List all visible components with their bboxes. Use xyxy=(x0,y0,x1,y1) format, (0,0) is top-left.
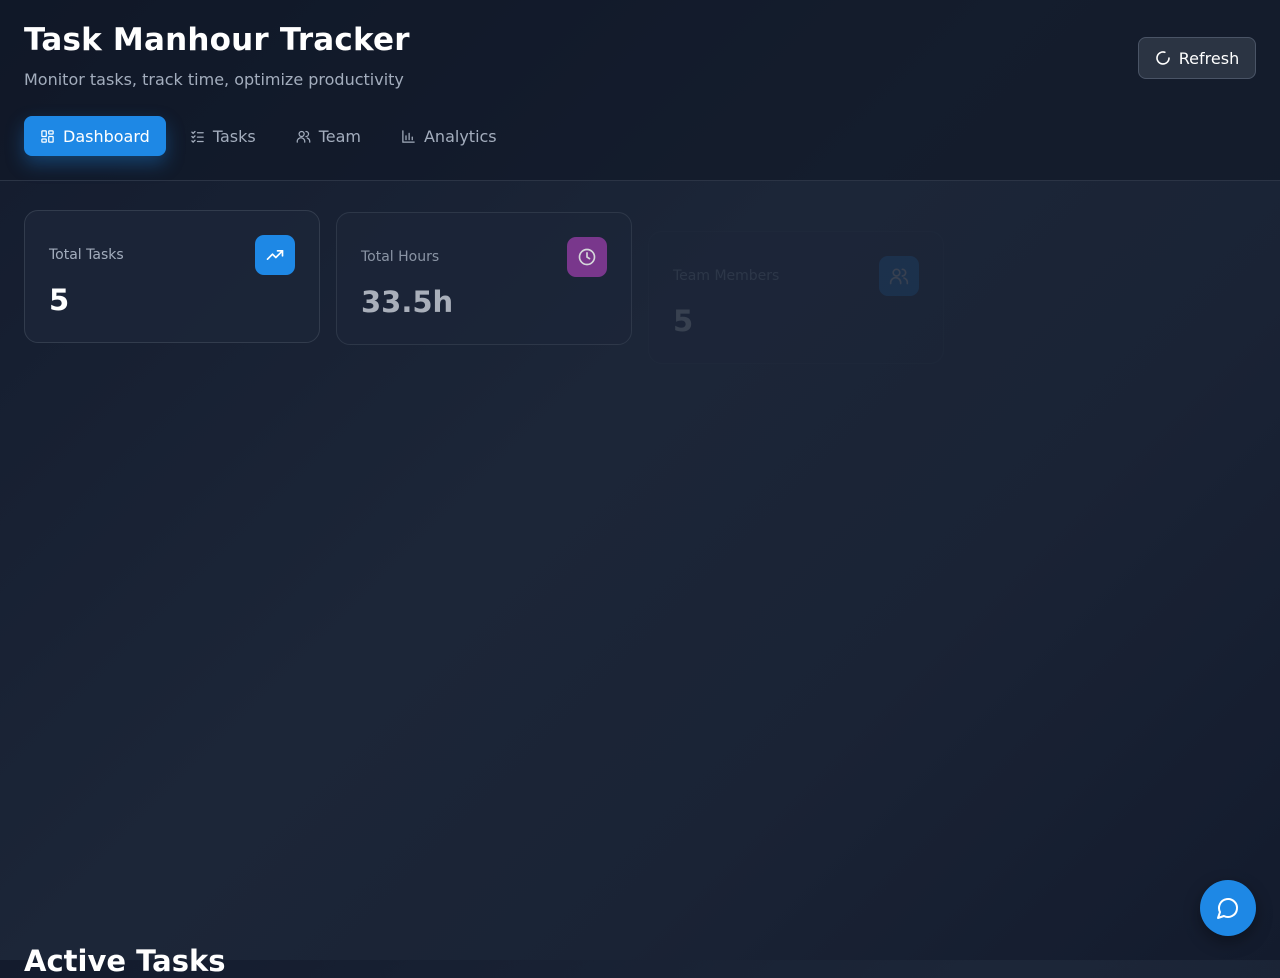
clock-icon xyxy=(567,237,607,277)
tab-analytics[interactable]: Analytics xyxy=(385,116,513,156)
tab-analytics-label: Analytics xyxy=(423,126,497,146)
tab-team[interactable]: Team xyxy=(280,116,377,156)
chat-button[interactable] xyxy=(1200,880,1256,936)
stat-label: Total Tasks xyxy=(49,247,124,263)
chat-bubble-icon xyxy=(1216,896,1240,920)
stat-value: 5 xyxy=(673,304,694,338)
stat-label: Team Members xyxy=(673,268,780,284)
app-header: Task Manhour Tracker Monitor tasks, trac… xyxy=(0,0,1280,181)
app-subtitle: Monitor tasks, track time, optimize prod… xyxy=(24,70,404,89)
refresh-icon xyxy=(1155,50,1171,66)
list-check-icon xyxy=(190,129,205,144)
tab-dashboard[interactable]: Dashboard xyxy=(24,116,166,156)
stat-card-total-hours: Total Hours 33.5h xyxy=(336,212,632,345)
bar-chart-icon xyxy=(401,129,416,144)
active-tasks-title: Active Tasks xyxy=(24,944,226,978)
trending-up-icon xyxy=(255,235,295,275)
users-icon xyxy=(296,129,311,144)
users-icon xyxy=(879,256,919,296)
stat-label: Total Hours xyxy=(361,249,440,265)
stat-value: 33.5h xyxy=(361,285,454,319)
refresh-button[interactable]: Refresh xyxy=(1138,37,1256,79)
stat-card-team-members: Team Members 5 xyxy=(648,231,944,364)
stat-value: 5 xyxy=(49,283,70,317)
app-title: Task Manhour Tracker xyxy=(24,22,410,58)
tab-team-label: Team xyxy=(318,126,361,146)
tab-tasks[interactable]: Tasks xyxy=(174,116,272,156)
refresh-label: Refresh xyxy=(1178,48,1240,68)
main-nav: Dashboard Tasks Team Analytics xyxy=(24,116,513,156)
tab-dashboard-label: Dashboard xyxy=(63,126,150,146)
stat-card-total-tasks: Total Tasks 5 xyxy=(24,210,320,343)
tab-tasks-label: Tasks xyxy=(212,126,256,146)
dashboard-icon xyxy=(40,129,55,144)
